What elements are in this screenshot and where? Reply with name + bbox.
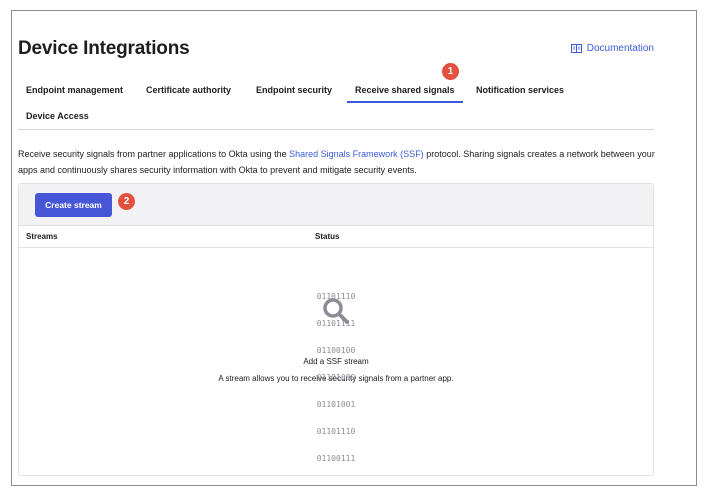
binary-line: 01101110 (316, 427, 356, 436)
callout-badge-2: 2 (118, 193, 135, 210)
column-header-status: Status (315, 232, 340, 241)
ssf-link[interactable]: Shared Signals Framework (SSF) (289, 149, 424, 159)
binary-line: 01101001 (316, 400, 356, 409)
binary-line: 01101000 (316, 373, 356, 382)
description-text: Receive security signals from partner ap… (18, 146, 658, 178)
tab-endpoint-management[interactable]: Endpoint management (26, 85, 123, 101)
documentation-link[interactable]: Documentation (570, 43, 654, 54)
tab-endpoint-security[interactable]: Endpoint security (256, 85, 332, 101)
empty-state-illustration: 01101110 01101111 01100100 01101000 0110… (301, 274, 371, 463)
column-header-streams: Streams (26, 232, 58, 241)
page-title: Device Integrations (18, 38, 190, 59)
tab-notification-services[interactable]: Notification services (476, 85, 564, 101)
table-header: Streams Status (19, 226, 653, 248)
streams-panel: Create stream Streams Status 01101110 01… (18, 183, 654, 476)
create-stream-button[interactable]: Create stream (35, 193, 112, 217)
tab-certificate-authority[interactable]: Certificate authority (146, 85, 231, 101)
tab-device-access[interactable]: Device Access (26, 111, 89, 127)
callout-badge-1: 1 (442, 63, 459, 80)
panel-toolbar: Create stream (19, 184, 653, 226)
magnifier-icon (323, 298, 349, 324)
tab-receive-shared-signals[interactable]: Receive shared signals (347, 85, 463, 103)
binary-line: 01100100 (316, 346, 356, 355)
documentation-label: Documentation (586, 43, 654, 54)
binary-line: 01100111 (316, 454, 356, 463)
description-before: Receive security signals from partner ap… (18, 149, 290, 159)
empty-state: 01101110 01101111 01100100 01101000 0110… (19, 274, 653, 463)
book-icon (570, 44, 582, 53)
tab-bar: Endpoint management Certificate authorit… (18, 78, 654, 130)
